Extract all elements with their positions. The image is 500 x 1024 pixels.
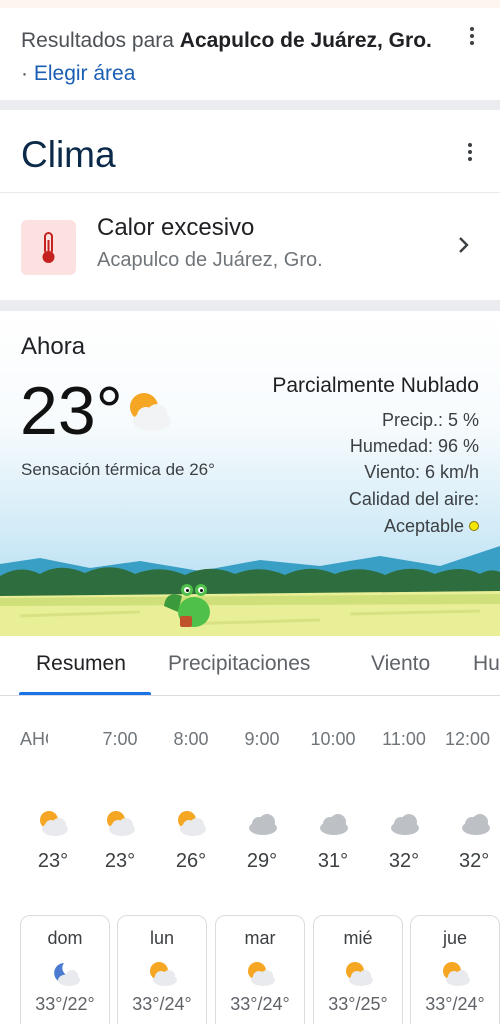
day-name: mié (343, 928, 373, 948)
hour-time: 7:00 (102, 729, 138, 749)
day-name: mar (244, 928, 276, 948)
tab-humidity[interactable]: Hu (473, 652, 500, 676)
results-more-options-icon[interactable] (462, 24, 482, 48)
hour-temperature: 23° (104, 850, 136, 872)
day-card[interactable]: jue 33°/24° (410, 915, 500, 1024)
partly-cloudy-icon (40, 811, 68, 836)
hour-temperature: 23° (37, 850, 69, 872)
day-card[interactable]: dom 33°/22° (20, 915, 110, 1024)
day-name: lun (149, 928, 175, 948)
thermometer-icon (21, 220, 76, 275)
day-temperatures: 33°/24° (230, 994, 290, 1014)
cloudy-icon (320, 814, 348, 835)
current-temperature: 23° (20, 373, 123, 449)
hour-temperature: 32° (459, 850, 490, 872)
choose-area-link[interactable]: Elegir área (34, 62, 136, 85)
hour-time: 11:00 (382, 729, 426, 749)
partly-cloudy-icon (346, 962, 373, 986)
day-temperatures: 33°/25° (328, 994, 388, 1014)
day-card[interactable]: mar 33°/24° (215, 915, 305, 1024)
condition-text: Parcialmente Nublado (272, 374, 479, 397)
now-label: Ahora (21, 333, 86, 360)
partly-cloudy-icon (130, 393, 171, 431)
alert-title: Calor excesivo (97, 214, 255, 241)
partly-cloudy-icon (248, 962, 275, 986)
tab-precipitation[interactable]: Precipitaciones (168, 652, 310, 676)
hour-temperature: 31° (317, 850, 349, 872)
current-weather-panel: Ahora 23° Sensación térmica de 26° Parci… (0, 311, 500, 636)
heat-alert[interactable]: Calor excesivo Acapulco de Juárez, Gro. (0, 194, 500, 300)
frog-mascot-icon (164, 584, 210, 627)
tab-summary[interactable]: Resumen (36, 652, 126, 676)
feels-like: Sensación térmica de 26° (21, 460, 215, 479)
cloudy-icon (462, 814, 490, 835)
air-quality-value: Aceptable (384, 516, 479, 537)
humidity-stat: Humedad: 96 % (349, 436, 479, 456)
weather-more-options-icon[interactable] (460, 140, 480, 164)
hour-time: 10:00 (310, 729, 356, 749)
day-name: dom (47, 928, 83, 948)
section-divider-2 (0, 300, 500, 311)
chevron-right-icon (459, 237, 469, 253)
hour-time: 8:00 (173, 729, 209, 749)
weather-tabs: Resumen Precipitaciones Viento Hu (0, 636, 500, 696)
day-card[interactable]: lun 33°/24° (117, 915, 207, 1024)
hour-temperature: 26° (175, 850, 207, 872)
tab-wind[interactable]: Viento (371, 652, 430, 676)
day-name: jue (442, 928, 468, 948)
hour-temperature: 29° (246, 850, 278, 872)
cloudy-icon (249, 814, 277, 835)
partly-cloudy-icon (107, 811, 135, 836)
partly-cloudy-icon (150, 962, 177, 986)
precipitation-stat: Precip.: 5 % (381, 410, 479, 430)
hour-temperature: 32° (388, 850, 420, 872)
cloudy-icon (391, 814, 419, 835)
alert-location: Acapulco de Juárez, Gro. (97, 249, 323, 271)
day-temperatures: 33°/22° (35, 994, 95, 1014)
air-quality-text: Aceptable (383, 516, 464, 536)
results-text: Resultados para Acapulco de Juárez, Gro.… (21, 24, 441, 90)
air-quality-label: Calidad del aire: (348, 489, 479, 509)
top-strip (0, 0, 500, 8)
hour-time: 12:00 (445, 729, 491, 749)
results-prefix: Resultados para (21, 29, 174, 52)
weather-title: Clima (21, 134, 116, 175)
air-quality-dot-icon (469, 521, 479, 531)
night-partly-cloudy-icon (54, 963, 80, 986)
results-header: Resultados para Acapulco de Juárez, Gro.… (0, 8, 500, 100)
weather-header: Clima (0, 110, 500, 193)
day-temperatures: 33°/24° (132, 994, 192, 1014)
results-location: Acapulco de Juárez, Gro. (179, 29, 432, 52)
section-divider (0, 100, 500, 110)
partly-cloudy-icon (443, 962, 470, 986)
day-temperatures: 33°/24° (425, 994, 485, 1014)
partly-cloudy-icon (178, 811, 206, 836)
landscape-illustration (0, 546, 500, 636)
wind-stat: Viento: 6 km/h (364, 462, 479, 482)
active-tab-indicator (19, 692, 151, 695)
hour-time: 9:00 (244, 729, 280, 749)
results-separator: · (21, 62, 28, 85)
hour-time: AHORA (20, 729, 48, 749)
day-card[interactable]: mié 33°/25° (313, 915, 403, 1024)
